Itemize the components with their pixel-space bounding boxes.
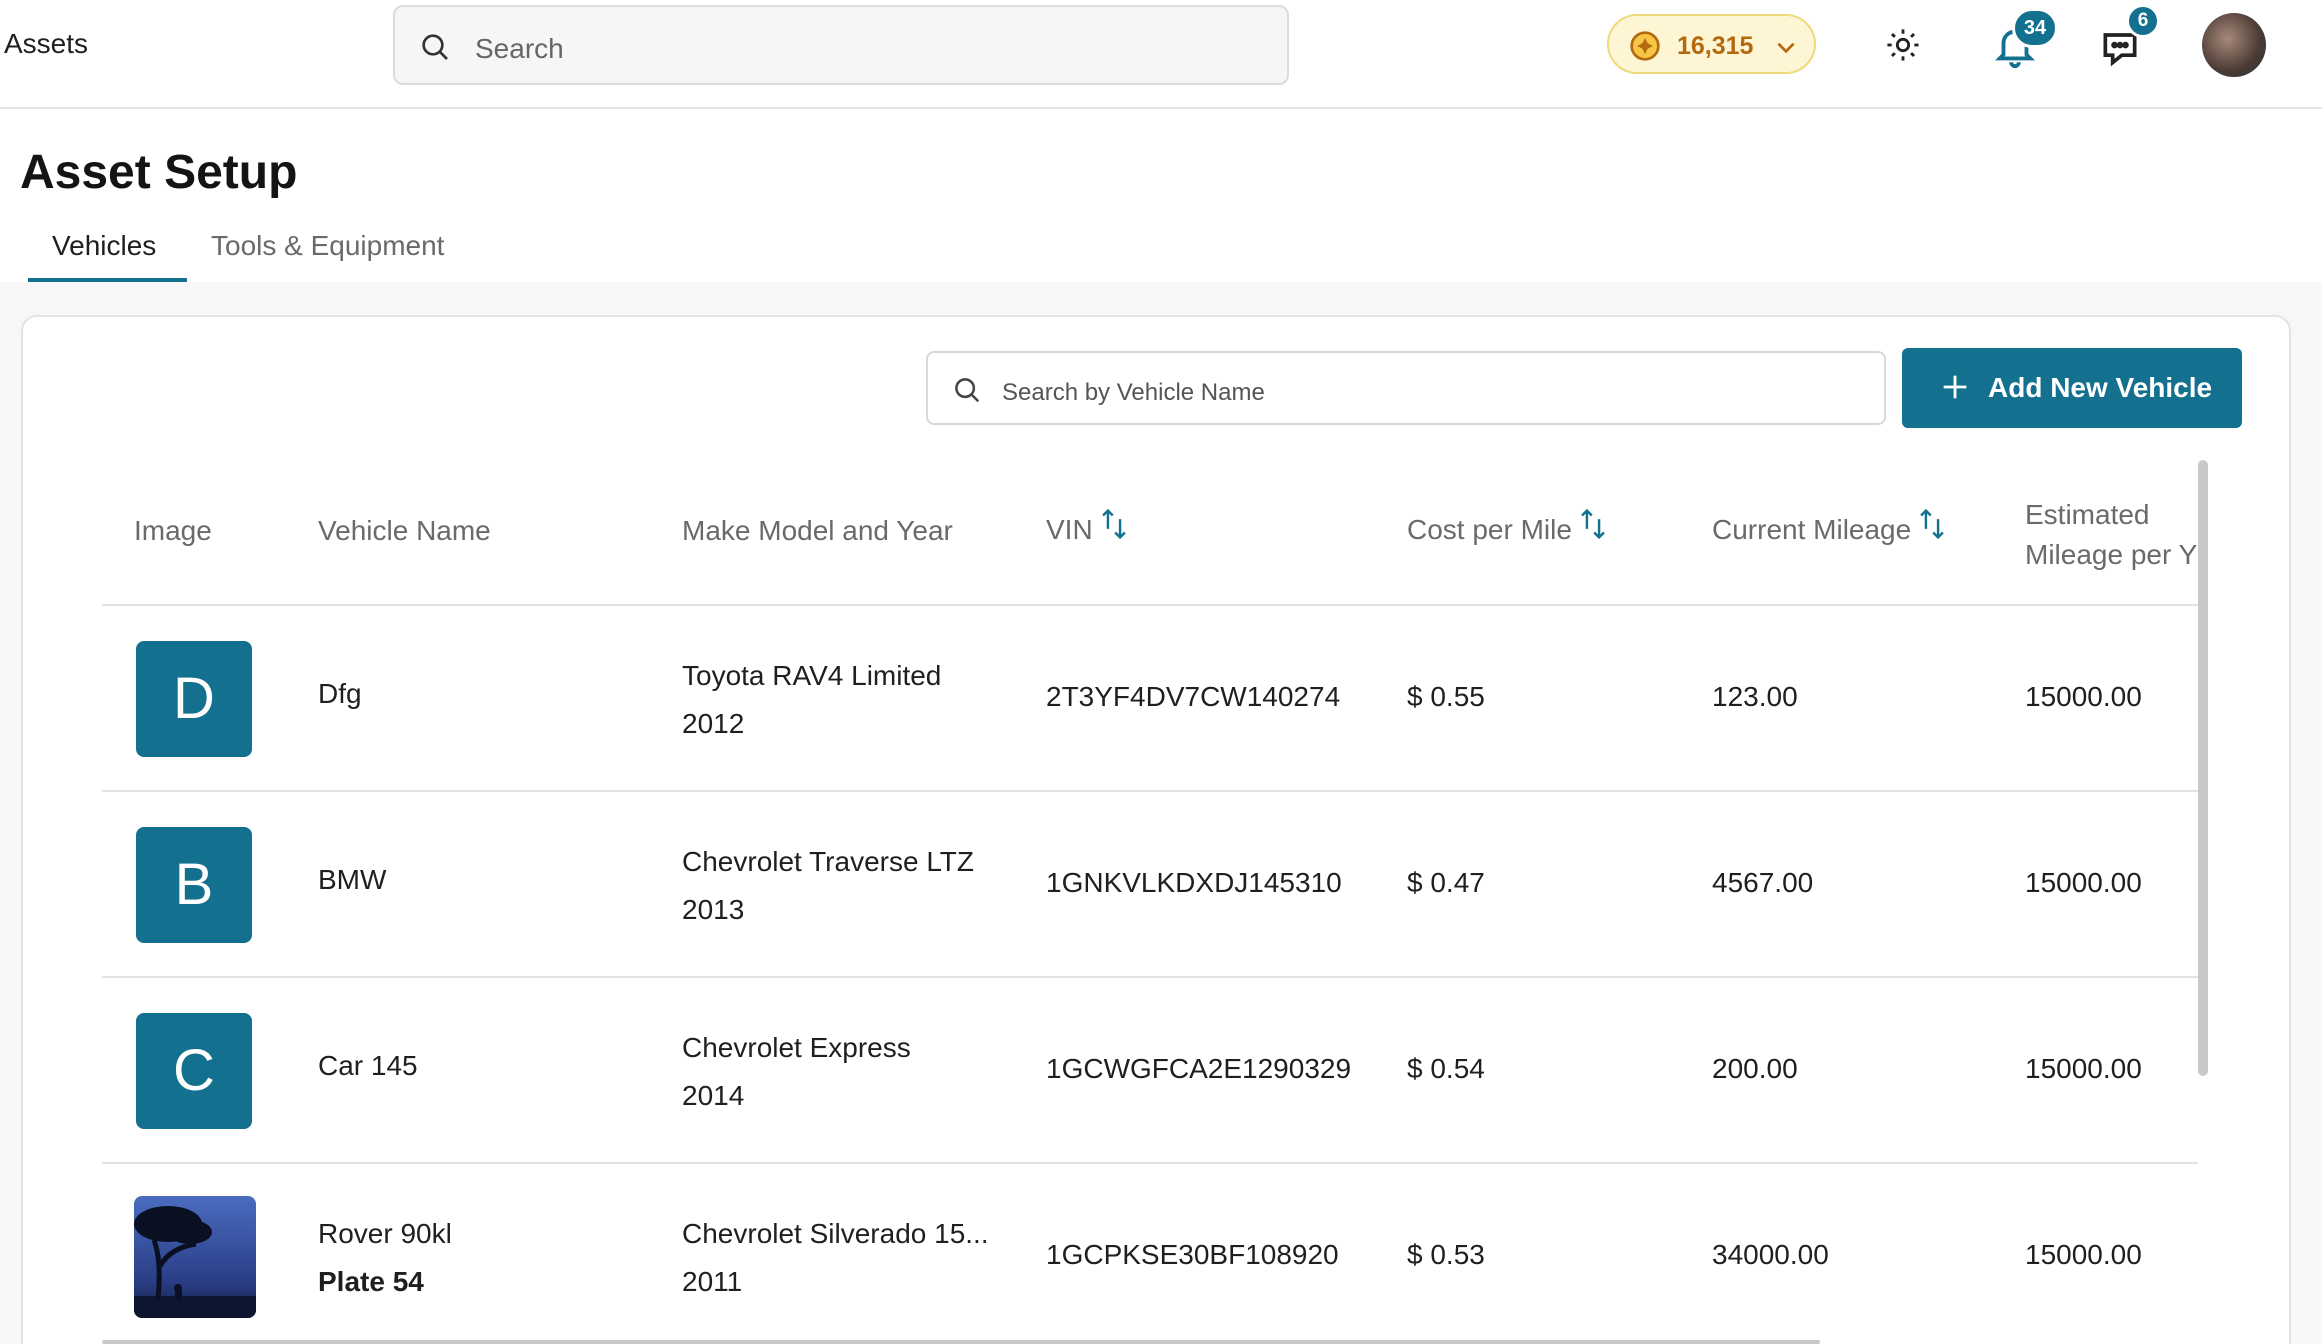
vehicle-search-placeholder: Search by Vehicle Name <box>1002 379 1265 406</box>
vehicle-name: Car 145 <box>318 1050 418 1081</box>
messages-badge: 6 <box>2126 4 2160 38</box>
add-new-vehicle-label: Add New Vehicle <box>1988 372 2213 403</box>
current-mileage-value: 123.00 <box>1712 681 1798 712</box>
estimated-mileage-value: 15000.00 <box>2025 867 2142 898</box>
model-year: 2012 <box>682 708 745 739</box>
vehicle-photo-image <box>134 1196 256 1318</box>
column-header-vehicle-name: Vehicle Name <box>318 515 491 546</box>
current-mileage-value: 200.00 <box>1712 1053 1798 1084</box>
table-row[interactable]: B BMW Chevrolet Traverse LTZ 2013 1GNKVLK… <box>102 792 2198 978</box>
vehicle-name-with-plate: Rover 90kl Plate 54 <box>318 1210 452 1306</box>
points-value: 16,315 <box>1677 32 1754 60</box>
model-year: 2011 <box>682 1266 743 1297</box>
column-header-vin[interactable]: VIN <box>1046 507 1129 546</box>
model-year: 2014 <box>682 1080 745 1111</box>
current-mileage-value: 4567.00 <box>1712 867 1814 898</box>
estimated-mileage-value: 15000.00 <box>2025 1239 2142 1270</box>
cost-per-mile-value: $ 0.55 <box>1407 681 1485 712</box>
horizontal-scrollbar[interactable] <box>102 1340 1820 1344</box>
vin-value: 1GCWGFCA2E1290329 <box>1046 1053 1352 1084</box>
current-mileage-value: 34000.00 <box>1712 1239 1829 1270</box>
tab-tools-equipment[interactable]: Tools & Equipment <box>211 230 444 262</box>
tab-vehicles[interactable]: Vehicles <box>52 230 156 262</box>
plate-number: Plate 54 <box>318 1266 424 1297</box>
make-model-year: Chevrolet Traverse LTZ 2013 <box>682 838 974 934</box>
vehicle-initial-avatar: B <box>136 827 252 943</box>
vehicle-initial-avatar: C <box>136 1013 252 1129</box>
make-model: Toyota RAV4 Limited <box>682 660 942 691</box>
make-model-year: Chevrolet Express 2014 <box>682 1024 911 1120</box>
vin-header-label: VIN <box>1046 514 1093 545</box>
plus-icon <box>1943 375 1967 399</box>
vehicle-name: Rover 90kl <box>318 1218 452 1249</box>
page-title: Asset Setup <box>20 146 298 199</box>
cost-header-label: Cost per Mile <box>1407 514 1572 545</box>
table-row[interactable]: D Dfg Toyota RAV4 Limited 2012 2T3YF4DV7C… <box>102 606 2198 792</box>
make-model: Chevrolet Traverse LTZ <box>682 846 975 877</box>
sort-icon[interactable] <box>1917 507 1947 541</box>
make-model: Chevrolet Silverado 15... <box>682 1218 989 1249</box>
coin-icon <box>1630 31 1660 61</box>
estimated-mileage-value: 15000.00 <box>2025 681 2142 712</box>
search-placeholder: Search <box>475 33 564 64</box>
column-header-current-mileage[interactable]: Current Mileage <box>1712 507 1947 546</box>
vehicles-table: Image Vehicle Name Make Model and Year V… <box>102 455 2198 1344</box>
cost-per-mile-value: $ 0.47 <box>1407 867 1485 898</box>
table-row[interactable]: Rover 90kl Plate 54 Chevrolet Silverado 1… <box>102 1164 2198 1344</box>
global-search-input[interactable]: Search <box>393 5 1289 85</box>
chevron-down-icon <box>1777 42 1795 54</box>
est-header-line1: Estimated <box>2025 499 2150 530</box>
theme-toggle-sun-icon[interactable] <box>1886 28 1920 62</box>
search-icon <box>955 378 980 403</box>
vehicle-photo <box>134 1196 256 1318</box>
column-header-make-model-year: Make Model and Year <box>682 515 953 546</box>
points-dropdown[interactable]: 16,315 <box>1607 14 1816 74</box>
sort-icon[interactable] <box>1578 507 1608 541</box>
vertical-scrollbar[interactable] <box>2198 460 2208 1076</box>
make-model: Chevrolet Express <box>682 1032 911 1063</box>
make-model-year: Toyota RAV4 Limited 2012 <box>682 652 941 748</box>
vin-value: 1GNKVLKDXDJ145310 <box>1046 867 1342 898</box>
add-new-vehicle-button[interactable]: Add New Vehicle <box>1902 348 2242 428</box>
vehicle-name: Dfg <box>318 678 362 709</box>
cost-per-mile-value: $ 0.53 <box>1407 1239 1485 1270</box>
user-avatar[interactable] <box>2202 13 2266 77</box>
vin-value: 1GCPKSE30BF108920 <box>1046 1239 1339 1270</box>
table-row[interactable]: C Car 145 Chevrolet Express 2014 1GCWGFCA… <box>102 978 2198 1164</box>
sort-icon[interactable] <box>1099 507 1129 541</box>
vehicle-name: BMW <box>318 864 387 895</box>
vehicle-initial-avatar: D <box>136 641 252 757</box>
vin-value: 2T3YF4DV7CW140274 <box>1046 681 1341 712</box>
column-header-cost-per-mile[interactable]: Cost per Mile <box>1407 507 1608 546</box>
cost-per-mile-value: $ 0.54 <box>1407 1053 1485 1084</box>
notifications-badge: 34 <box>2012 8 2058 48</box>
vehicle-search-input[interactable]: Search by Vehicle Name <box>926 351 1886 425</box>
column-header-image: Image <box>134 515 212 546</box>
mileage-header-label: Current Mileage <box>1712 514 1912 545</box>
app-title: Assets <box>4 28 89 59</box>
search-icon <box>422 34 448 60</box>
model-year: 2013 <box>682 894 745 925</box>
top-bar: Assets Search 16,315 34 6 <box>0 0 2322 109</box>
est-header-line2: Mileage per Y <box>2025 539 2198 570</box>
column-header-estimated-mileage: Estimated Mileage per Y <box>2025 495 2197 575</box>
estimated-mileage-value: 15000.00 <box>2025 1053 2142 1084</box>
make-model-year: Chevrolet Silverado 15... 2011 <box>682 1210 989 1306</box>
